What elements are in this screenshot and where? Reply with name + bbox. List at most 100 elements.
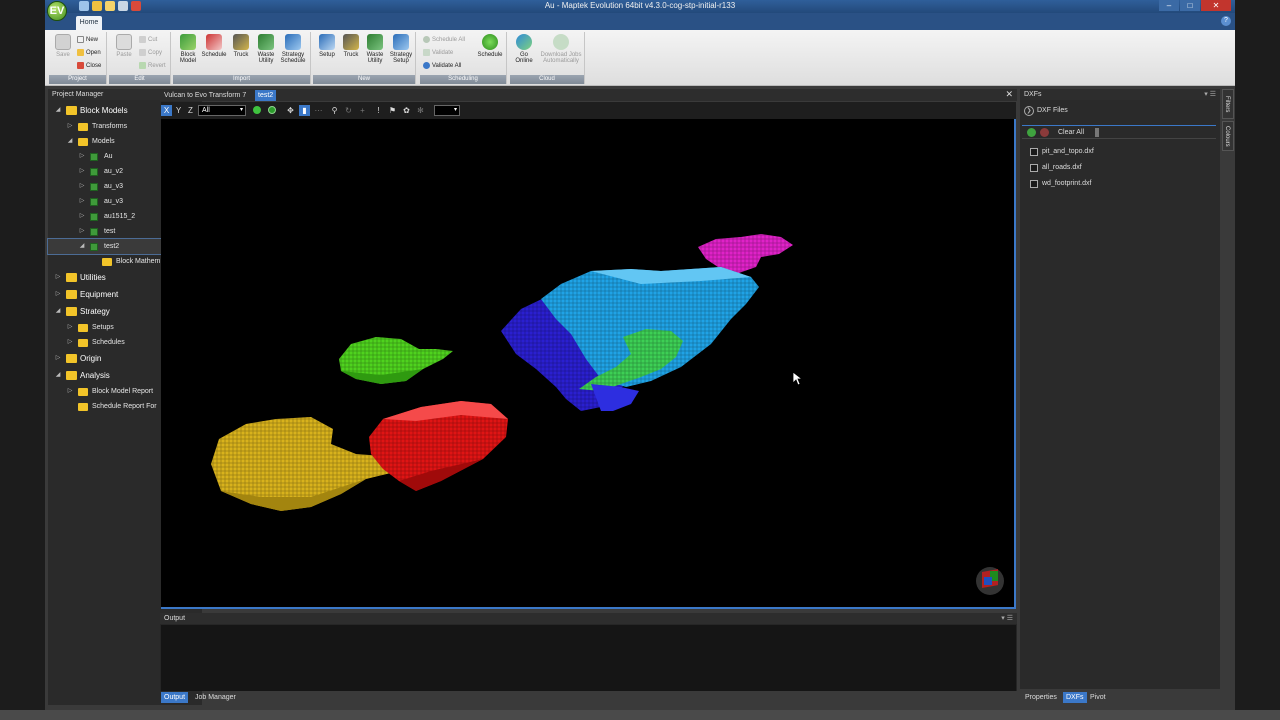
dxf-files-header[interactable]: ❯ DXF Files — [1020, 103, 1216, 119]
collapse-arrow-icon[interactable]: ▷ — [54, 286, 62, 303]
measure-icon[interactable]: ⋯ — [313, 105, 324, 116]
collapse-arrow-icon[interactable]: ▷ — [78, 179, 86, 194]
validate-button[interactable]: Validate — [423, 47, 453, 59]
remove-dxf-icon[interactable] — [1040, 128, 1049, 137]
tab-properties[interactable]: Properties — [1022, 692, 1060, 703]
expand-arrow-icon[interactable]: ◢ — [66, 134, 74, 149]
collapse-arrow-icon[interactable]: ▷ — [66, 335, 74, 350]
revert-button[interactable]: Revert — [139, 60, 166, 72]
panel-pin-icon[interactable]: ▾ ☰ — [1204, 89, 1216, 100]
add-icon[interactable]: + — [357, 105, 368, 116]
tab-output[interactable]: Output — [161, 692, 189, 703]
new-strategy-setup-button[interactable]: Strategy Setup — [388, 34, 414, 64]
dxf-file-item[interactable]: wd_footprint.dxf — [1020, 176, 1216, 192]
close-button[interactable]: Close — [77, 60, 101, 72]
tab-job-manager[interactable]: Job Manager — [192, 692, 239, 703]
import-waste-utility-button[interactable]: Waste Utility — [253, 34, 279, 64]
import-block-model-button[interactable]: Block Model — [175, 34, 201, 64]
output-log[interactable] — [161, 625, 1016, 691]
import-schedule-button[interactable]: Schedule — [201, 34, 227, 58]
chevron-right-icon: ❯ — [1024, 106, 1034, 116]
go-online-button[interactable]: Go Online — [511, 34, 537, 64]
flag-icon[interactable]: ⚑ — [387, 105, 398, 116]
tab-home[interactable]: Home — [76, 16, 102, 30]
collapse-arrow-icon[interactable]: ▷ — [78, 164, 86, 179]
tab-pivot[interactable]: Pivot — [1087, 692, 1109, 703]
clear-all-button[interactable]: Clear All — [1058, 126, 1084, 140]
ore-body-yellow[interactable] — [211, 417, 399, 511]
3d-viewport[interactable] — [161, 119, 1016, 609]
import-strategy-schedule-button[interactable]: Strategy Schedule — [280, 34, 306, 64]
orientation-cube-icon[interactable] — [976, 567, 1004, 595]
tab-filters[interactable]: Filters — [1222, 89, 1234, 119]
add-dxf-icon[interactable] — [1027, 128, 1036, 137]
collapse-arrow-icon[interactable]: ▷ — [78, 149, 86, 164]
axis-y-button[interactable]: Y — [173, 105, 184, 116]
select-icon[interactable]: ▮ — [299, 105, 310, 116]
tab-colours[interactable]: Colours — [1222, 121, 1234, 151]
schedule-run-button[interactable]: Schedule — [477, 34, 503, 58]
axis-z-button[interactable]: Z — [185, 105, 196, 116]
panel-pin-icon[interactable]: ▾ ☰ — [1001, 613, 1013, 624]
collapse-arrow-icon[interactable]: ▷ — [78, 224, 86, 239]
copy-button[interactable]: Copy — [139, 47, 162, 59]
rotate-icon[interactable]: ✥ — [285, 105, 296, 116]
ore-body-red[interactable] — [369, 401, 508, 491]
tab-vulcan-transform[interactable]: Vulcan to Evo Transform 7 — [161, 90, 249, 101]
paw-icon[interactable]: ✿ — [401, 105, 412, 116]
pin-icon[interactable]: ⚲ — [329, 105, 340, 116]
expand-arrow-icon[interactable]: ◢ — [54, 367, 62, 384]
minimize-button[interactable]: – — [1159, 0, 1179, 11]
marker-icon[interactable]: ! — [373, 105, 384, 116]
app-logo[interactable]: EV — [47, 1, 67, 21]
tab-dxfs[interactable]: DXFs — [1063, 692, 1087, 703]
expand-arrow-icon[interactable]: ◢ — [54, 303, 62, 320]
collapse-arrow-icon[interactable]: ▷ — [66, 384, 74, 399]
close-document-icon[interactable]: ✕ — [1005, 89, 1013, 100]
collapse-arrow-icon[interactable]: ▷ — [54, 350, 62, 367]
truck-icon — [233, 34, 249, 50]
cut-button[interactable]: Cut — [139, 34, 157, 46]
window-title: Au - Maptek Evolution 64bit v4.3.0-cog-s… — [544, 1, 736, 10]
group-label-project: Project — [49, 75, 106, 84]
color-select[interactable]: ▾ — [434, 105, 460, 116]
collapse-arrow-icon[interactable]: ▷ — [66, 320, 74, 335]
dxf-file-item[interactable]: pit_and_topo.dxf — [1020, 144, 1216, 160]
dxf-file-item[interactable]: all_roads.dxf — [1020, 160, 1216, 176]
expand-arrow-icon[interactable]: ◢ — [54, 102, 62, 119]
open-button[interactable]: Open — [77, 47, 101, 59]
help-icon[interactable]: ? — [1221, 16, 1231, 26]
validate-all-button[interactable]: Validate All — [423, 60, 461, 72]
block-model-render[interactable] — [161, 119, 1016, 609]
collapse-arrow-icon[interactable]: ▷ — [66, 119, 74, 134]
expand-arrow-icon[interactable]: ◢ — [78, 239, 86, 254]
collapse-arrow-icon[interactable]: ▷ — [54, 269, 62, 286]
new-button[interactable]: New — [77, 34, 98, 46]
collapse-arrow-icon[interactable]: ▷ — [78, 209, 86, 224]
dxf-file-checkbox[interactable] — [1030, 164, 1038, 172]
new-truck-button[interactable]: Truck — [338, 34, 364, 58]
collapse-arrow-icon[interactable]: ▷ — [78, 194, 86, 209]
maximize-button[interactable]: □ — [1180, 0, 1200, 11]
green-dot-icon[interactable] — [251, 105, 262, 116]
green-circle-icon[interactable] — [266, 105, 277, 116]
paste-button[interactable]: Paste — [111, 34, 137, 58]
dxf-file-checkbox[interactable] — [1030, 148, 1038, 156]
ore-body-green[interactable] — [339, 337, 453, 384]
close-window-button[interactable]: ✕ — [1201, 0, 1231, 11]
download-jobs-button[interactable]: Download Jobs Automatically — [538, 34, 584, 64]
schedule-all-button[interactable]: Schedule All — [423, 34, 465, 46]
save-button[interactable]: Save — [50, 34, 76, 58]
import-truck-button[interactable]: Truck — [228, 34, 254, 58]
tree-item-label: Equipment — [80, 290, 119, 299]
settings-icon[interactable]: ✻ — [415, 105, 426, 116]
dxf-file-checkbox[interactable] — [1030, 180, 1038, 188]
filter-select[interactable]: All ▾ — [198, 105, 246, 116]
axis-x-button[interactable]: X — [161, 105, 172, 116]
info-icon[interactable] — [1095, 128, 1099, 137]
new-setup-button[interactable]: Setup — [314, 34, 340, 58]
new-waste-utility-button[interactable]: Waste Utility — [362, 34, 388, 64]
tab-test2[interactable]: test2 — [255, 90, 277, 101]
folder-icon — [66, 290, 77, 299]
refresh-icon[interactable]: ↻ — [343, 105, 354, 116]
